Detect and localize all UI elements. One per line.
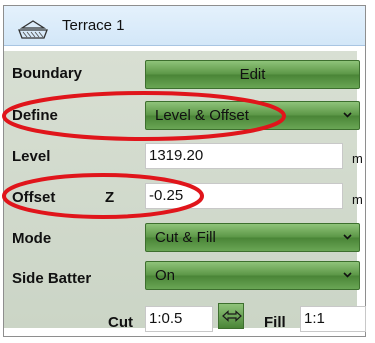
level-field[interactable]: 1319.20 [145, 143, 343, 169]
panel-header[interactable]: Terrace 1 [4, 6, 365, 46]
mode-label: Mode [12, 230, 52, 247]
chevron-down-icon [343, 112, 352, 118]
swap-arrows-icon [222, 310, 242, 322]
mode-dropdown[interactable]: Cut & Fill [145, 223, 360, 252]
side-batter-selected-value: On [155, 267, 176, 284]
chevron-down-icon [343, 234, 352, 240]
chevron-down-icon [343, 272, 352, 278]
level-label: Level [12, 148, 51, 165]
offset-unit: m [352, 192, 363, 207]
offset-axis-label: Z [105, 189, 115, 206]
cut-label: Cut [108, 314, 133, 331]
swap-slopes-button[interactable] [218, 303, 244, 329]
level-unit: m [352, 151, 363, 166]
define-selected-value: Level & Offset [155, 107, 249, 124]
offset-label: Offset [12, 189, 56, 206]
define-label: Define [12, 107, 58, 124]
cut-slope-field[interactable]: 1:0.5 [145, 306, 213, 332]
boundary-label: Boundary [12, 65, 83, 82]
define-dropdown[interactable]: Level & Offset [145, 101, 360, 130]
terrace-icon [18, 20, 48, 39]
side-batter-label: Side Batter [12, 270, 92, 287]
panel-title: Terrace 1 [62, 17, 125, 34]
side-batter-dropdown[interactable]: On [145, 261, 360, 290]
fill-slope-field[interactable]: 1:1 [300, 306, 366, 332]
mode-selected-value: Cut & Fill [155, 229, 216, 246]
fill-label: Fill [264, 314, 286, 331]
offset-field[interactable]: -0.25 [145, 183, 343, 209]
edit-boundary-button[interactable]: Edit [145, 60, 360, 89]
